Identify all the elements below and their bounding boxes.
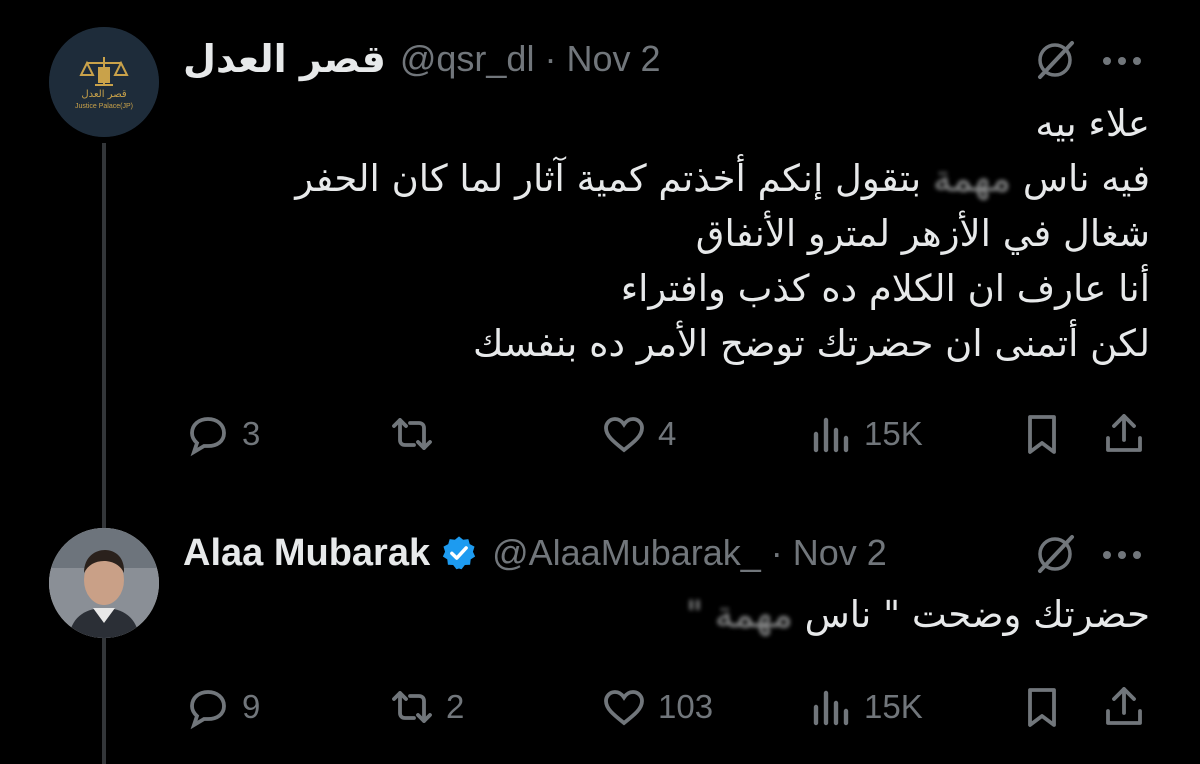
- tweet-header: Alaa Mubarak @AlaaMubarak_ · Nov 2: [183, 528, 887, 578]
- display-name[interactable]: قصر العدل: [183, 37, 386, 81]
- views-count: 15K: [864, 688, 923, 725]
- separator: ·: [544, 38, 557, 79]
- reply-button[interactable]: 9: [184, 683, 260, 731]
- like-button[interactable]: 103: [600, 683, 713, 731]
- reply-count: 9: [242, 688, 261, 725]
- tweet-text: علاء بيه فيه ناس مهمة بتقول إنكم أخذتم ك…: [170, 96, 1150, 371]
- views-button[interactable]: 15K: [806, 683, 923, 731]
- more-icon[interactable]: [1100, 54, 1144, 68]
- tweet-line: أنا عارف ان الكلام ده كذب وافتراء: [620, 267, 1150, 310]
- display-name[interactable]: Alaa Mubarak: [183, 532, 430, 575]
- avatar-label-ar: قصر العدل: [81, 89, 127, 100]
- repost-button[interactable]: [388, 410, 446, 458]
- views-icon: [813, 690, 849, 726]
- bookmark-button[interactable]: [1018, 410, 1066, 458]
- repost-count: 2: [446, 688, 465, 725]
- share-button[interactable]: [1100, 410, 1148, 458]
- bookmark-icon: [1028, 688, 1056, 727]
- timestamp[interactable]: Nov 2: [566, 38, 660, 80]
- justice-palace-logo-icon: [49, 27, 159, 137]
- bookmark-icon: [1028, 415, 1056, 454]
- views-icon: [813, 417, 849, 453]
- repost-icon: [392, 418, 432, 450]
- tweet-line-start: حضرتك وضحت " ناس: [804, 593, 1150, 636]
- like-icon: [604, 417, 644, 453]
- blurred-word: مهمة ": [685, 593, 793, 636]
- tweet-line: شغال في الأزهر لمترو الأنفاق: [695, 212, 1150, 255]
- verified-badge-icon: [442, 536, 476, 570]
- tweet-header: قصر العدل @qsr_dl · Nov 2: [183, 34, 661, 84]
- handle[interactable]: @qsr_dl: [400, 38, 535, 80]
- grok-icon[interactable]: [1032, 37, 1078, 83]
- tweet-line: لكن أتمنى ان حضرتك توضح الأمر ده بنفسك: [472, 322, 1150, 365]
- blurred-word: مهمة: [932, 157, 1012, 200]
- avatar[interactable]: قصر العدل Justice Palace(JP): [49, 27, 159, 137]
- like-icon: [604, 690, 644, 726]
- grok-icon[interactable]: [1032, 531, 1078, 577]
- tweet-line: علاء بيه: [1035, 102, 1150, 145]
- avatar[interactable]: [49, 528, 159, 638]
- tweet-line-end: بتقول إنكم أخذتم كمية آثار لما كان الحفر: [295, 157, 922, 200]
- share-icon: [1106, 687, 1142, 725]
- profile-photo: [49, 528, 159, 638]
- avatar-label-en: Justice Palace(JP): [75, 103, 133, 110]
- views-button[interactable]: 15K: [806, 410, 923, 458]
- separator: ·: [770, 532, 783, 573]
- reply-button[interactable]: 3: [184, 410, 260, 458]
- tweet-line-start: فيه ناس: [1022, 157, 1150, 200]
- share-icon: [1106, 414, 1142, 452]
- views-count: 15K: [864, 415, 923, 452]
- reply-count: 3: [242, 415, 261, 452]
- bookmark-button[interactable]: [1018, 683, 1066, 731]
- handle[interactable]: @AlaaMubarak_: [492, 532, 761, 574]
- tweet-line: فيه ناس مهمة بتقول إنكم أخذتم كمية آثار …: [170, 151, 1150, 206]
- repost-button[interactable]: 2: [388, 683, 464, 731]
- more-icon[interactable]: [1100, 548, 1144, 562]
- like-count: 103: [658, 688, 714, 725]
- reply-icon: [190, 690, 226, 730]
- reply-icon: [190, 417, 226, 457]
- like-button[interactable]: 4: [600, 410, 676, 458]
- repost-icon: [392, 691, 432, 723]
- share-button[interactable]: [1100, 683, 1148, 731]
- thread-connector-line: [102, 143, 106, 764]
- timestamp[interactable]: Nov 2: [793, 532, 887, 574]
- tweet-line: حضرتك وضحت " ناس مهمة ": [170, 587, 1150, 642]
- like-count: 4: [658, 415, 677, 452]
- tweet-text: حضرتك وضحت " ناس مهمة ": [170, 587, 1150, 642]
